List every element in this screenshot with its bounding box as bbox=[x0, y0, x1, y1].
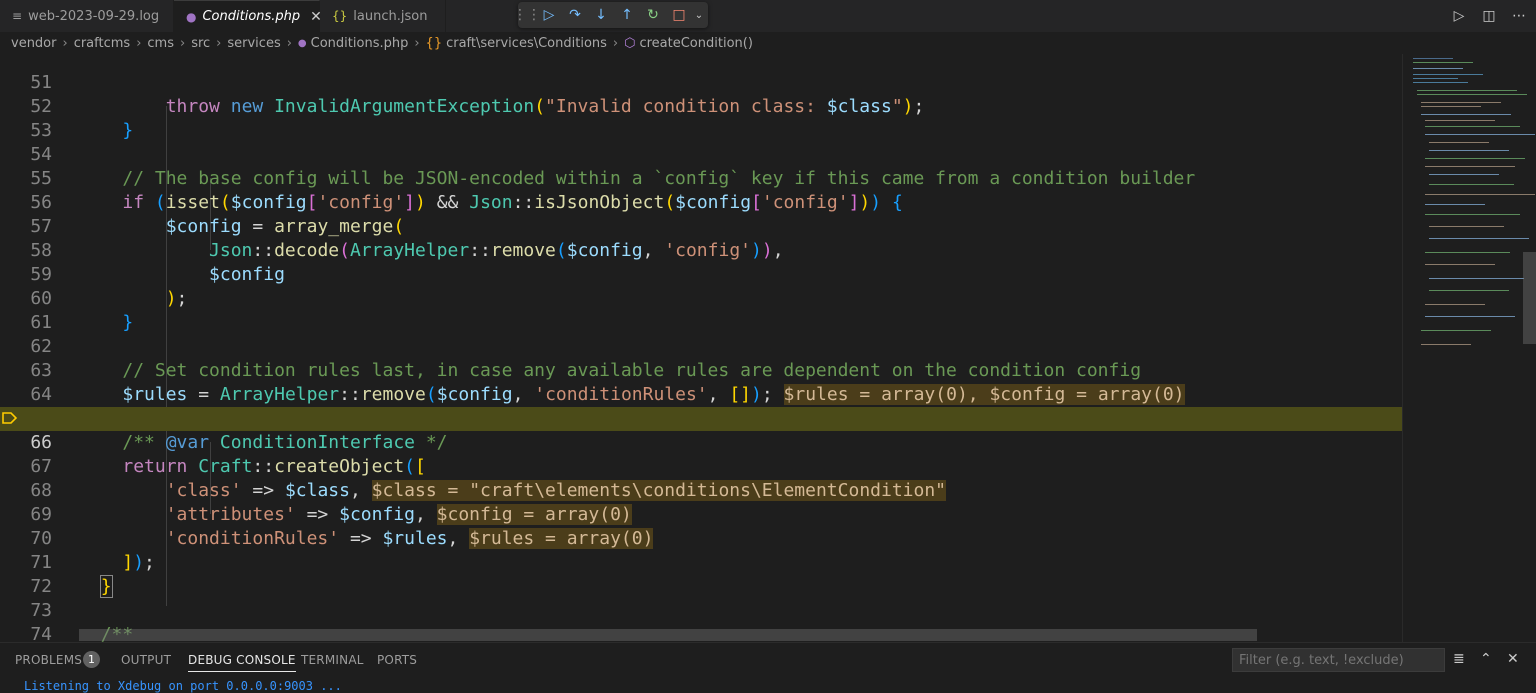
horizontal-scrollbar[interactable] bbox=[79, 629, 1257, 641]
editor-tab-bar: ≡ web-2023-09-29.log ● Conditions.php ✕ … bbox=[0, 0, 1536, 32]
step-out-icon[interactable]: ↑ bbox=[614, 2, 640, 28]
tab-label: web-2023-09-29.log bbox=[28, 8, 160, 24]
debug-run-icon[interactable]: ▷ bbox=[1446, 3, 1472, 29]
breadcrumb: vendor › craftcms › cms › src › services › ● … bbox=[0, 32, 1536, 54]
current-execution-line: 66 return Craft::createObject([ bbox=[0, 407, 1402, 477]
chevron-right-icon: › bbox=[136, 35, 142, 51]
tab-debug-console[interactable]: DEBUG CONSOLE bbox=[188, 653, 296, 672]
breadcrumb-item[interactable]: craft\services\Conditions bbox=[446, 36, 607, 51]
debug-toolbar: ⋮⋮ ▷ ↷ ↓ ↑ ↻ □ ⌄ bbox=[513, 2, 708, 28]
step-into-icon[interactable]: ↓ bbox=[588, 2, 614, 28]
code-line: 53 bbox=[0, 95, 1402, 141]
code-line: 71 } bbox=[0, 527, 1402, 598]
console-filter-input[interactable] bbox=[1232, 648, 1445, 672]
code-line: 54 // The base config will be JSON-encod… bbox=[0, 119, 1402, 189]
restart-icon[interactable]: ↻ bbox=[640, 2, 666, 28]
chevron-down-icon[interactable]: ⌄ bbox=[692, 2, 706, 28]
chevron-right-icon: › bbox=[179, 35, 186, 51]
tab-conditions-php[interactable]: ● Conditions.php ✕ bbox=[174, 0, 322, 32]
vertical-scrollbar-thumb[interactable] bbox=[1523, 252, 1536, 344]
tab-label: Conditions.php bbox=[202, 9, 301, 24]
chevron-right-icon: › bbox=[216, 35, 222, 51]
code-line: 58 $config bbox=[0, 215, 1402, 285]
debug-console-output: Listening to Xdebug on port 0.0.0.0:9003… bbox=[24, 679, 342, 693]
code-line: 70 ]); bbox=[0, 503, 1402, 573]
split-editor-icon[interactable]: ◫ bbox=[1476, 3, 1502, 29]
chevron-up-icon[interactable]: ⌃ bbox=[1480, 651, 1492, 667]
code-line: 65 /** @var ConditionInterface */ bbox=[0, 383, 1402, 453]
chevron-right-icon: › bbox=[286, 35, 292, 51]
code-line: 73 /** bbox=[0, 575, 1402, 642]
breadcrumb-item[interactable]: Conditions.php bbox=[311, 36, 409, 51]
breadcrumb-item[interactable]: vendor bbox=[11, 36, 56, 51]
breadcrumb-item[interactable]: src bbox=[191, 36, 210, 51]
code-line: 60 } bbox=[0, 263, 1402, 333]
continue-icon[interactable]: ▷ bbox=[536, 2, 562, 28]
namespace-icon: {} bbox=[425, 35, 443, 51]
code-line: 74 * Creates a condition rule instance. bbox=[0, 599, 1402, 642]
tab-label: launch.json bbox=[353, 8, 428, 24]
code-line: 61 bbox=[0, 287, 1402, 333]
method-icon: ⬡ bbox=[624, 35, 636, 51]
chevron-right-icon: › bbox=[62, 35, 68, 51]
code-line: 52 } bbox=[0, 71, 1402, 141]
problems-count-badge: 1 bbox=[83, 651, 100, 668]
code-line: 57 Json::decode(ArrayHelper::remove($con… bbox=[0, 191, 1402, 261]
breadcrumb-item[interactable]: cms bbox=[147, 36, 174, 51]
tab-web-log[interactable]: ≡ web-2023-09-29.log bbox=[0, 0, 174, 32]
drag-handle-icon[interactable]: ⋮⋮ bbox=[513, 2, 541, 28]
code-editor[interactable]: 51 throw new InvalidArgumentException("I… bbox=[0, 54, 1402, 642]
code-line: 56 $config = array_merge( bbox=[0, 167, 1402, 237]
code-line: 55 if (isset($config['config']) && Json:… bbox=[0, 143, 1402, 213]
more-actions-icon[interactable]: ⋯ bbox=[1506, 3, 1532, 29]
stop-icon[interactable]: □ bbox=[666, 2, 692, 28]
close-icon[interactable]: ✕ bbox=[1507, 651, 1519, 667]
tab-terminal[interactable]: TERMINAL bbox=[301, 653, 364, 667]
tab-output[interactable]: OUTPUT bbox=[121, 653, 171, 667]
tab-ports[interactable]: PORTS bbox=[377, 653, 417, 667]
php-file-icon: ● bbox=[186, 9, 197, 24]
code-line: 67 'class' => $class, $class = "craft\el… bbox=[0, 431, 1402, 501]
code-line: 69 'conditionRules' => $rules, $rules = … bbox=[0, 479, 1402, 549]
code-line: 51 throw new InvalidArgumentException("I… bbox=[0, 54, 1402, 117]
tab-launch-json[interactable]: {} launch.json bbox=[320, 0, 446, 32]
debug-stack-frame-icon[interactable] bbox=[2, 410, 18, 426]
code-line: 62 // Set condition rules last, in case … bbox=[0, 311, 1402, 381]
breadcrumb-item[interactable]: createCondition() bbox=[639, 36, 752, 51]
step-over-icon[interactable]: ↷ bbox=[562, 2, 588, 28]
clear-console-icon[interactable]: ≣ bbox=[1453, 651, 1465, 667]
code-line: 64 bbox=[0, 359, 1402, 405]
breadcrumb-item[interactable]: craftcms bbox=[74, 36, 131, 51]
json-file-icon: {} bbox=[332, 9, 348, 23]
breadcrumb-item[interactable]: services bbox=[227, 36, 280, 51]
code-line: 63 $rules = ArrayHelper::remove($config,… bbox=[0, 335, 1402, 405]
code-line: 72 bbox=[0, 551, 1402, 597]
tab-problems[interactable]: PROBLEMS bbox=[15, 653, 82, 667]
code-line: 59 ); bbox=[0, 239, 1402, 309]
code-line: 68 'attributes' => $config, $config = ar… bbox=[0, 455, 1402, 525]
bottom-panel: PROBLEMS 1 OUTPUT DEBUG CONSOLE TERMINAL… bbox=[0, 642, 1536, 693]
php-file-icon: ● bbox=[297, 37, 307, 49]
log-file-icon: ≡ bbox=[12, 9, 23, 23]
minimap[interactable] bbox=[1402, 54, 1536, 642]
chevron-right-icon: › bbox=[414, 35, 420, 51]
chevron-right-icon: › bbox=[612, 35, 619, 51]
editor-actions: ▷ ◫ ⋯ bbox=[1446, 0, 1536, 32]
